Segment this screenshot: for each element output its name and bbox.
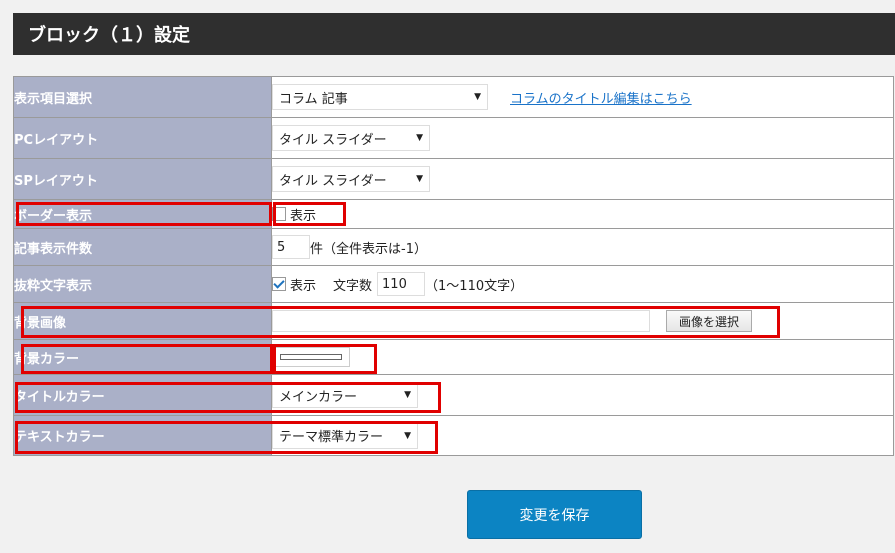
char-count-note: （1〜110文字）	[425, 278, 524, 294]
char-count-input[interactable]: 110	[377, 272, 426, 296]
row-label: SPレイアウト	[13, 158, 272, 200]
checkbox-label: 表示	[290, 278, 317, 294]
sp-layout-select[interactable]: タイル スライダー ▼	[272, 166, 430, 192]
row-label: 背景カラー	[13, 339, 272, 375]
table-row: 背景カラー	[13, 339, 894, 375]
char-count-label: 文字数	[333, 278, 373, 294]
row-label: PCレイアウト	[13, 117, 272, 159]
chevron-down-icon: ▼	[404, 430, 411, 441]
border-display-checkbox[interactable]	[272, 207, 286, 221]
row-label: テキストカラー	[13, 415, 272, 456]
excerpt-display-checkbox[interactable]	[272, 277, 286, 291]
article-count-note: 件（全件表示は-1）	[310, 241, 427, 257]
pc-layout-select[interactable]: タイル スライダー ▼	[272, 125, 430, 151]
table-row: PCレイアウト タイル スライダー ▼	[13, 117, 894, 159]
save-button[interactable]: 変更を保存	[467, 490, 642, 539]
article-count-input[interactable]: 5	[272, 235, 310, 259]
table-row: 背景画像 画像を選択	[13, 302, 894, 340]
table-row: ボーダー表示 表示	[13, 199, 894, 229]
row-label: 記事表示件数	[13, 228, 272, 266]
page-title: ブロック（１）設定	[28, 25, 190, 46]
background-color-picker[interactable]	[272, 347, 350, 367]
table-row: 抜粋文字表示 表示 文字数 110 （1〜110文字）	[13, 265, 894, 303]
settings-table: 表示項目選択 コラム 記事 ▼ コラムのタイトル編集はこちら PCレイアウト タ…	[13, 76, 894, 456]
title-color-select[interactable]: メインカラー ▼	[272, 382, 418, 408]
text-color-select[interactable]: テーマ標準カラー ▼	[272, 422, 418, 449]
display-item-select[interactable]: コラム 記事 ▼	[272, 84, 488, 110]
table-row: テキストカラー テーマ標準カラー ▼	[13, 415, 894, 456]
checkbox-label: 表示	[290, 208, 317, 224]
chevron-down-icon: ▼	[474, 92, 481, 102]
chevron-down-icon: ▼	[404, 390, 411, 400]
table-row: タイトルカラー メインカラー ▼	[13, 374, 894, 416]
page-header: ブロック（１）設定	[13, 13, 895, 55]
chevron-down-icon: ▼	[416, 133, 423, 143]
table-row: 記事表示件数 5 件（全件表示は-1）	[13, 228, 894, 266]
chevron-down-icon: ▼	[416, 174, 423, 184]
table-row: SPレイアウト タイル スライダー ▼	[13, 158, 894, 200]
color-swatch	[280, 354, 342, 360]
row-label: 抜粋文字表示	[13, 265, 272, 303]
select-image-button[interactable]: 画像を選択	[666, 310, 753, 332]
row-label: 背景画像	[13, 302, 272, 340]
row-label: 表示項目選択	[13, 76, 272, 118]
table-row: 表示項目選択 コラム 記事 ▼ コラムのタイトル編集はこちら	[13, 76, 894, 118]
column-title-edit-link[interactable]: コラムのタイトル編集はこちら	[510, 88, 692, 107]
row-label: ボーダー表示	[13, 199, 272, 229]
background-image-input[interactable]	[272, 310, 650, 332]
row-label: タイトルカラー	[13, 374, 272, 416]
